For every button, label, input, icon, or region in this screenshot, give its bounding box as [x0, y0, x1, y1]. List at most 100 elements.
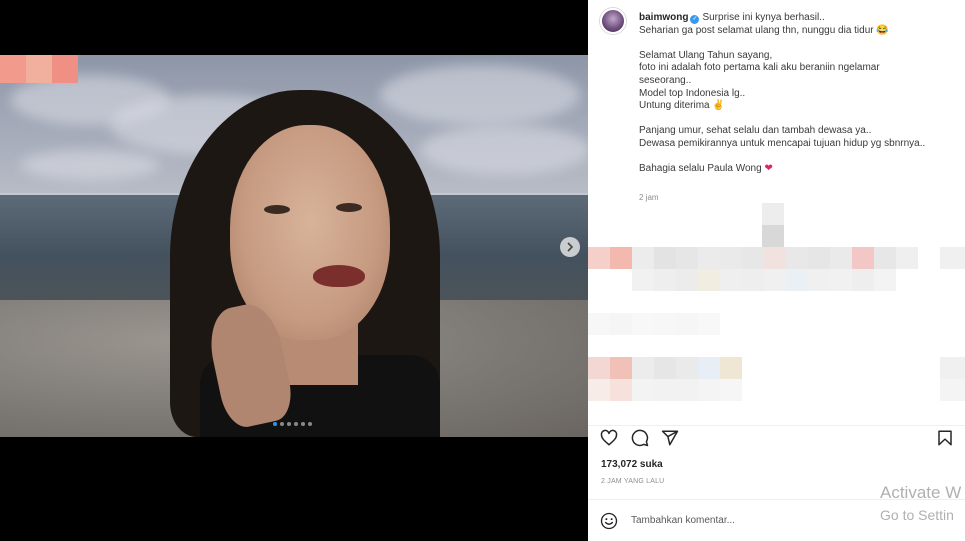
heart-icon [600, 429, 618, 446]
mosaic-cell [698, 269, 720, 291]
caption-line: Dewasa pemikirannya untuk mencapai tujua… [639, 137, 926, 149]
mosaic-cell [698, 379, 720, 401]
carousel-indicator [273, 422, 312, 426]
mosaic-cell [588, 357, 610, 379]
mosaic-cell [610, 357, 632, 379]
heart-emoji-icon: ❤ [764, 163, 773, 175]
caption-line: Selamat Ulang Tahun sayang, [639, 49, 773, 61]
mosaic-cell [874, 269, 896, 291]
carousel-dot[interactable] [287, 422, 291, 426]
caption-line: Untung diterima ✌️ [639, 100, 725, 112]
mosaic-cell [742, 269, 764, 291]
mosaic-cell [742, 247, 764, 269]
save-button[interactable] [936, 429, 954, 447]
mosaic-cell [720, 357, 742, 379]
mosaic-cell [632, 269, 654, 291]
mosaic-cell [654, 247, 676, 269]
mosaic-cell [654, 269, 676, 291]
mosaic-cell [588, 379, 610, 401]
post-photo[interactable] [0, 55, 588, 437]
mosaic-cell [632, 247, 654, 269]
avatar[interactable] [600, 8, 626, 34]
caption-line: foto ini adalah foto pertama kali aku be… [639, 62, 880, 74]
comment-icon [631, 429, 649, 447]
watermark-line-2: Go to Settin [880, 507, 954, 523]
caption-text: Surprise ini kynya berhasil.. Seharian ga… [639, 12, 959, 176]
carousel-dot[interactable] [280, 422, 284, 426]
action-bar [600, 429, 960, 447]
mosaic-cell [764, 269, 786, 291]
caption-area: baimwong ✓ Surprise ini kynya berhasil.. Se… [588, 0, 965, 202]
mosaic-cell [808, 269, 830, 291]
caption-line: Bahagia selalu Paula Wong ❤ [639, 163, 773, 175]
mosaic-cell [786, 247, 808, 269]
mosaic-cell [720, 379, 742, 401]
like-count[interactable]: 173,072 suka [601, 459, 663, 470]
mosaic-cell [588, 247, 610, 269]
caption-line: Panjang umur, sehat selalu dan tambah de… [639, 125, 872, 137]
mosaic-cell [610, 247, 632, 269]
mosaic-cell [874, 247, 896, 269]
mosaic-cell [720, 247, 742, 269]
mosaic-cell [676, 313, 698, 335]
mosaic-cell [940, 247, 965, 269]
post-timestamp[interactable]: 2 JAM YANG LALU [601, 478, 664, 485]
post-side-panel: baimwong ✓ Surprise ini kynya berhasil.. Se… [588, 0, 965, 541]
watermark-line-1: Activate W [880, 483, 962, 502]
caption-line: seseorang.. [639, 74, 692, 86]
mosaic-cell [632, 379, 654, 401]
mosaic-cell [654, 379, 676, 401]
mosaic-cell [896, 247, 918, 269]
caption-line: Surprise ini kynya berhasil.. [702, 12, 825, 23]
carousel-dot[interactable] [294, 422, 298, 426]
mosaic-cell [762, 203, 784, 225]
carousel-dot[interactable] [308, 422, 312, 426]
mosaic-cell [940, 379, 965, 401]
carousel-dot[interactable] [301, 422, 305, 426]
comment-input[interactable] [631, 511, 861, 529]
mosaic-cell [588, 313, 610, 335]
mosaic-cell [676, 269, 698, 291]
mosaic-cell [676, 357, 698, 379]
bookmark-icon [938, 430, 952, 446]
mosaic-cell [698, 247, 720, 269]
mosaic-cell [654, 313, 676, 335]
mosaic-cell [698, 313, 720, 335]
mosaic-cell [808, 247, 830, 269]
mosaic-cell [852, 269, 874, 291]
blurred-tag [0, 55, 78, 83]
mosaic-cell [654, 357, 676, 379]
mosaic-cell [676, 379, 698, 401]
mosaic-cell [676, 247, 698, 269]
emoji-icon [600, 512, 618, 530]
mosaic-cell [632, 313, 654, 335]
divider [588, 425, 965, 426]
mosaic-cell [852, 247, 874, 269]
like-button[interactable] [600, 429, 618, 447]
verified-badge-icon: ✓ [690, 15, 700, 24]
mosaic-cell [830, 247, 852, 269]
mosaic-cell [764, 247, 786, 269]
share-button[interactable] [661, 429, 679, 447]
caption: baimwong ✓ Surprise ini kynya berhasil.. Se… [639, 12, 959, 176]
caption-timestamp[interactable]: 2 jam [639, 193, 659, 202]
mosaic-cell [830, 269, 852, 291]
carousel-next-button[interactable] [560, 237, 580, 257]
mosaic-cell [940, 357, 965, 379]
username-link[interactable]: baimwong [639, 12, 688, 23]
caption-line: Model top Indonesia lg.. [639, 87, 746, 99]
caption-line: Seharian ga post selamat ulang thn, nung… [639, 24, 889, 36]
mosaic-cell [610, 313, 632, 335]
carousel-dot[interactable] [273, 422, 277, 426]
mosaic-cell [786, 269, 808, 291]
post-media [0, 0, 588, 541]
comment-button[interactable] [631, 429, 649, 447]
mosaic-cell [610, 379, 632, 401]
share-icon [661, 430, 679, 446]
mosaic-cell [698, 357, 720, 379]
emoji-button[interactable] [600, 512, 618, 530]
windows-activation-watermark: Activate W Go to Settin [880, 483, 961, 523]
